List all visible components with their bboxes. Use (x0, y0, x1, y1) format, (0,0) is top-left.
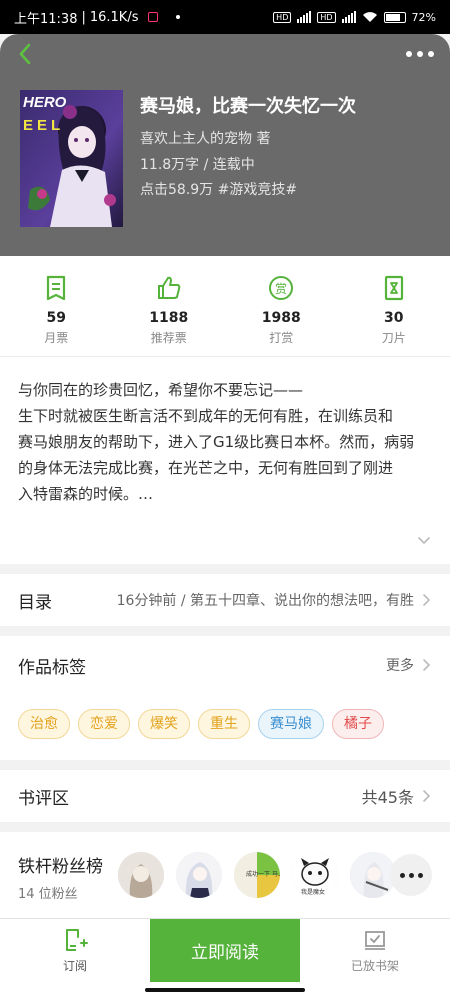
read-now-button[interactable]: 立即阅读 (150, 919, 300, 982)
avatar-text: 成功一下 马上到家 (246, 870, 280, 878)
notification-dot-icon (176, 15, 181, 19)
battery-level: 72% (411, 10, 436, 24)
stat-value: 59 (46, 310, 66, 326)
stat-label: 打赏 (269, 331, 294, 345)
hd-icon-2: HD (317, 11, 336, 23)
bookshelf-check-icon (365, 931, 385, 950)
back-icon[interactable] (14, 42, 38, 66)
table-of-contents-row[interactable]: 目录 16分钟前 / 第五十四章、说出你的想法吧，有胜 (0, 574, 450, 626)
tag-chip[interactable]: 治愈 (18, 709, 70, 739)
cover-subtitle-text: EEL (23, 117, 64, 134)
subscribe-label: 订阅 (62, 959, 87, 973)
toc-title: 目录 (18, 592, 52, 613)
reward-icon: 赏 (269, 276, 294, 300)
dot-icon (417, 51, 423, 57)
signal-icon-2 (341, 11, 356, 23)
fan-ranking-section[interactable]: 铁杆粉丝榜 14 位粉丝 成功一下 马上到家 我是魔女 (0, 832, 450, 920)
bottom-action-bar: 订阅 立即阅读 已放书架 (0, 918, 450, 982)
toc-latest-chapter: 16分钟前 / 第五十四章、说出你的想法吧，有胜 (116, 593, 414, 609)
status-net-speed: 16.1K/s (89, 9, 139, 25)
thumbs-up-icon (157, 276, 181, 299)
status-time: 上午11:38 (14, 11, 78, 27)
stat-value: 30 (384, 310, 404, 326)
system-nav-bar (0, 982, 450, 1000)
stat-monthly-ticket[interactable]: 59 月票 (0, 256, 113, 356)
subscribe-button[interactable]: 订阅 (0, 919, 150, 982)
dot-icon (428, 51, 434, 57)
avatar[interactable] (118, 852, 164, 898)
tag-chip[interactable]: 爆笑 (138, 709, 190, 739)
battery-icon (383, 11, 406, 23)
dot-icon (408, 872, 414, 878)
stat-reward[interactable]: 赏 1988 打赏 (225, 256, 338, 356)
tag-chip[interactable]: 重生 (198, 709, 250, 739)
work-tags-section: 作品标签 更多 治愈 恋爱 爆笑 重生 赛马娘 橘子 (0, 636, 450, 760)
fan-avatars: 成功一下 马上到家 我是魔女 (118, 852, 396, 898)
avatar[interactable]: 成功一下 马上到家 (234, 852, 280, 898)
more-options-button[interactable] (400, 42, 440, 66)
book-title: 赛马娘，比赛一次失忆一次 (140, 96, 356, 117)
dot-icon (406, 51, 412, 57)
reviews-count: 共45条 (361, 788, 414, 807)
book-meta: 11.8万字 / 连载中 (140, 157, 255, 173)
notification-icon (148, 12, 159, 22)
tags-title: 作品标签 (18, 657, 86, 678)
blade-icon (384, 275, 403, 301)
cover-art: HERO EEL (20, 90, 123, 227)
description-line: 与你同在的珍贵回忆，希望你不要忘记—— (18, 381, 304, 399)
chevron-right-icon (423, 594, 431, 606)
avatar-text: 我是魔女 (301, 888, 325, 896)
dot-icon (399, 872, 405, 878)
cover-title-text: HERO (23, 94, 67, 111)
subscribe-add-icon (66, 929, 88, 951)
reviews-title: 书评区 (18, 788, 69, 809)
shelved-label: 已放书架 (350, 959, 399, 973)
book-stats-panel: 59 月票 1188 推荐票 赏 1988 打赏 30 刀片 (0, 256, 450, 356)
avatar[interactable]: 我是魔女 (292, 852, 338, 898)
status-bar: 上午11:38 | 16.1K/s HD HD 72% (0, 0, 450, 34)
wifi-icon (362, 12, 377, 22)
book-cover[interactable]: HERO EEL (20, 90, 123, 227)
tags-more-link[interactable]: 更多 (386, 655, 414, 675)
tag-chip[interactable]: 恋爱 (78, 709, 130, 739)
book-clicks-category: 点击58.9万 #游戏竞技# (140, 182, 298, 198)
dot-icon (417, 872, 423, 878)
signal-icon (297, 11, 312, 23)
chevron-right-icon (423, 659, 431, 671)
description-line: 的身体无法完成比赛，在光芒之中，无何有胜回到了刚进 (18, 459, 394, 477)
stat-label: 刀片 (381, 331, 406, 345)
book-description[interactable]: 与你同在的珍贵回忆，希望你不要忘记—— 生下时就被医生断言活不到成年的无何有胜，… (0, 357, 450, 564)
stat-value: 1188 (149, 310, 189, 326)
shelved-button[interactable]: 已放书架 (300, 919, 450, 982)
ticket-icon (47, 275, 66, 301)
stat-value: 1988 (261, 310, 301, 326)
reviews-row[interactable]: 书评区 共45条 (0, 770, 450, 822)
more-fans-button[interactable] (390, 854, 432, 896)
description-line: 赛马娘朋友的帮助下，进入了G1级比赛日本杯。然而，病弱 (18, 433, 415, 451)
expand-chevron-icon[interactable] (416, 532, 432, 548)
stat-recommend-ticket[interactable]: 1188 推荐票 (113, 256, 226, 356)
book-author[interactable]: 喜欢上主人的宠物 著 (140, 128, 270, 148)
stat-label: 月票 (44, 331, 69, 345)
description-line: 生下时就被医生断言活不到成年的无何有胜，在训练员和 (18, 407, 394, 425)
svg-text:赏: 赏 (275, 282, 287, 296)
tag-chip[interactable]: 橘子 (332, 709, 384, 739)
home-indicator[interactable] (145, 988, 305, 992)
avatar[interactable] (176, 852, 222, 898)
hd-icon: HD (273, 11, 292, 23)
tag-chip[interactable]: 赛马娘 (258, 709, 324, 739)
description-line: 入特雷森的时候。… (18, 485, 154, 503)
stat-label: 推荐票 (150, 331, 187, 345)
work-tags-header[interactable]: 作品标签 更多 (0, 636, 450, 694)
tag-list: 治愈 恋爱 爆笑 重生 赛马娘 橘子 (0, 694, 450, 739)
chevron-right-icon (423, 790, 431, 802)
stat-blade[interactable]: 30 刀片 (338, 256, 450, 356)
book-header: HERO EEL 赛马娘，比赛一次失忆一次 喜欢上主人的宠物 著 11.8万字 … (0, 34, 450, 256)
